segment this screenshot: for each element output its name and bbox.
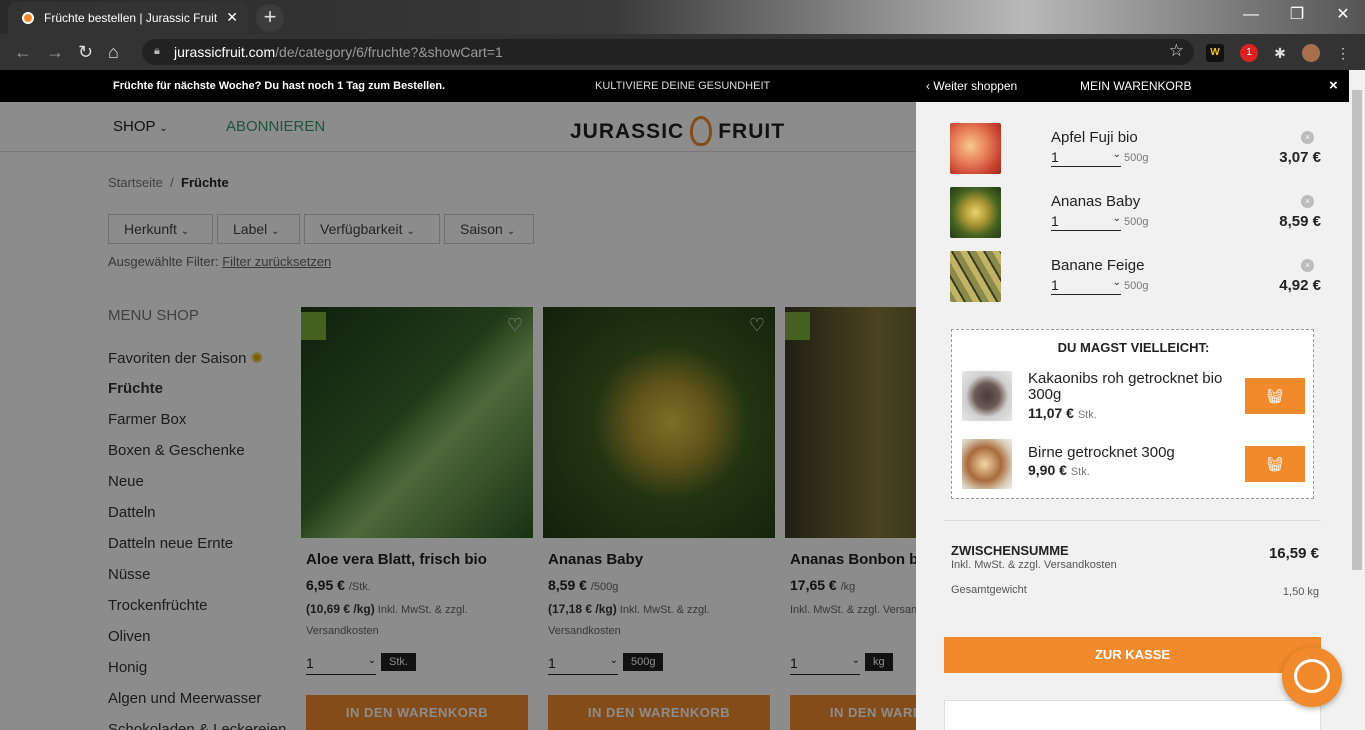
suggestions-title: DU MAGST VIELLEICHT: bbox=[1057, 340, 1210, 355]
basket-icon: 🧺︎ bbox=[1266, 388, 1284, 404]
suggestion-image bbox=[962, 371, 1012, 421]
cart-item-name[interactable]: Ananas Baby bbox=[1051, 193, 1140, 210]
cart-item: Banane Feige 1 ⌄ 500g × 4,92 € bbox=[916, 251, 1349, 315]
new-tab-button[interactable]: + bbox=[256, 4, 284, 32]
website: Früchte für nächste Woche? Du hast noch … bbox=[0, 70, 1365, 730]
window-close-button[interactable]: ✕ bbox=[1320, 0, 1365, 30]
subtotal-value: 16,59 € bbox=[1268, 545, 1319, 562]
suggestion-price: 11,07 € Stk. bbox=[1028, 405, 1097, 421]
cart-item-price: 3,07 € bbox=[1279, 149, 1321, 166]
remove-item-icon[interactable]: × bbox=[1301, 259, 1314, 272]
url-input[interactable]: 🔒︎ jurassicfruit.com/de/category/6/fruch… bbox=[142, 39, 1194, 65]
messenger-chat-button[interactable] bbox=[1282, 647, 1342, 707]
cart-close-icon[interactable]: × bbox=[1329, 77, 1338, 94]
suggestion-item: Birne getrocknet 300g 9,90 € Stk. 🧺︎ bbox=[962, 439, 1307, 494]
browser-tab[interactable]: Früchte bestellen | Jurassic Fruit ✕ bbox=[8, 2, 248, 34]
promo-center: KULTIVIERE DEINE GESUNDHEIT bbox=[595, 80, 771, 92]
chevron-left-icon: ‹ bbox=[926, 79, 930, 93]
scrollbar[interactable] bbox=[1349, 70, 1365, 730]
extension-red-icon[interactable]: 1 bbox=[1240, 44, 1258, 62]
suggestion-item: Kakaonibs roh getrocknet bio 300g 11,07 … bbox=[962, 371, 1307, 426]
cart-item-qty[interactable]: 1 ⌄ bbox=[1051, 149, 1121, 167]
add-suggestion-button[interactable]: 🧺︎ bbox=[1245, 378, 1305, 414]
cart-item-image bbox=[950, 187, 1001, 238]
extension-badge: 1 bbox=[1246, 47, 1252, 58]
lock-icon: 🔒︎ bbox=[154, 45, 160, 57]
cart-item-qty[interactable]: 1 ⌄ bbox=[1051, 213, 1121, 231]
messenger-icon bbox=[1294, 659, 1330, 693]
checkout-button[interactable]: ZUR KASSE bbox=[944, 637, 1321, 673]
add-suggestion-button[interactable]: 🧺︎ bbox=[1245, 446, 1305, 482]
forward-icon[interactable]: → bbox=[46, 42, 64, 62]
url-host: jurassicfruit.com bbox=[174, 44, 276, 60]
cart-item-name[interactable]: Apfel Fuji bio bbox=[1051, 129, 1138, 146]
cart-backdrop-overlay[interactable] bbox=[0, 102, 916, 730]
cart-item-price: 8,59 € bbox=[1279, 213, 1321, 230]
extension-w-icon[interactable]: W bbox=[1206, 44, 1224, 62]
subtotal-label: ZWISCHENSUMME bbox=[951, 543, 1069, 558]
suggestion-image bbox=[962, 439, 1012, 489]
back-icon[interactable]: ← bbox=[14, 42, 32, 62]
cart-item-weight: 500g bbox=[1124, 280, 1149, 292]
basket-icon: 🧺︎ bbox=[1266, 456, 1284, 472]
cart-item-price: 4,92 € bbox=[1279, 277, 1321, 294]
remove-item-icon[interactable]: × bbox=[1301, 195, 1314, 208]
menu-dots-icon[interactable]: ⋮ bbox=[1334, 44, 1352, 62]
promo-left: Früchte für nächste Woche? Du hast noch … bbox=[113, 80, 446, 92]
suggestions-box: DU MAGST VIELLEICHT: Kakaonibs roh getro… bbox=[951, 329, 1314, 499]
cart-drawer: ‹ Weiter shoppen MEIN WARENKORB × Apfel … bbox=[916, 70, 1349, 730]
cart-item-weight: 500g bbox=[1124, 216, 1149, 228]
suggestion-name[interactable]: Birne getrocknet 300g bbox=[1028, 445, 1228, 461]
tab-close-icon[interactable]: ✕ bbox=[226, 9, 238, 26]
tab-title: Früchte bestellen | Jurassic Fruit bbox=[44, 11, 218, 25]
cart-title: MEIN WARENKORB bbox=[1080, 79, 1192, 93]
total-weight-label: Gesamtgewicht bbox=[951, 584, 1027, 596]
cart-item-name[interactable]: Banane Feige bbox=[1051, 257, 1144, 274]
tax-note: Inkl. MwSt. & zzgl. Versandkosten bbox=[951, 559, 1117, 571]
suggestion-price: 9,90 € Stk. bbox=[1028, 462, 1090, 478]
avatar[interactable] bbox=[1302, 44, 1320, 62]
cart-footer-box bbox=[944, 700, 1321, 730]
cart-header: ‹ Weiter shoppen MEIN WARENKORB × bbox=[916, 70, 1349, 102]
remove-item-icon[interactable]: × bbox=[1301, 131, 1314, 144]
cart-item-weight: 500g bbox=[1124, 152, 1149, 164]
maximize-button[interactable]: ❐ bbox=[1274, 0, 1320, 30]
cart-item-image bbox=[950, 123, 1001, 174]
puzzle-icon[interactable]: ✱ bbox=[1271, 44, 1289, 62]
browser-tab-bar: Früchte bestellen | Jurassic Fruit ✕ + —… bbox=[0, 0, 1365, 34]
cart-item: Ananas Baby 1 ⌄ 500g × 8,59 € bbox=[916, 187, 1349, 251]
reload-icon[interactable]: ↻ bbox=[78, 42, 93, 62]
favicon-icon bbox=[22, 12, 34, 24]
home-icon[interactable]: ⌂ bbox=[108, 42, 119, 62]
cart-item: Apfel Fuji bio 1 ⌄ 500g × 3,07 € bbox=[916, 123, 1349, 187]
scrollbar-thumb[interactable] bbox=[1352, 90, 1362, 570]
cart-item-qty[interactable]: 1 ⌄ bbox=[1051, 277, 1121, 295]
divider bbox=[944, 520, 1321, 521]
address-bar: ← → ↻ ⌂ 🔒︎ jurassicfruit.com/de/category… bbox=[0, 34, 1365, 70]
continue-shopping-link[interactable]: ‹ Weiter shoppen bbox=[926, 79, 1017, 93]
url-path: /de/category/6/fruchte?&showCart=1 bbox=[275, 44, 503, 60]
bookmark-star-icon[interactable]: ☆ bbox=[1169, 41, 1184, 61]
cart-item-image bbox=[950, 251, 1001, 302]
total-weight-value: 1,50 kg bbox=[1282, 586, 1319, 598]
minimize-button[interactable]: — bbox=[1228, 0, 1274, 30]
suggestion-name[interactable]: Kakaonibs roh getrocknet bio 300g bbox=[1028, 371, 1228, 403]
